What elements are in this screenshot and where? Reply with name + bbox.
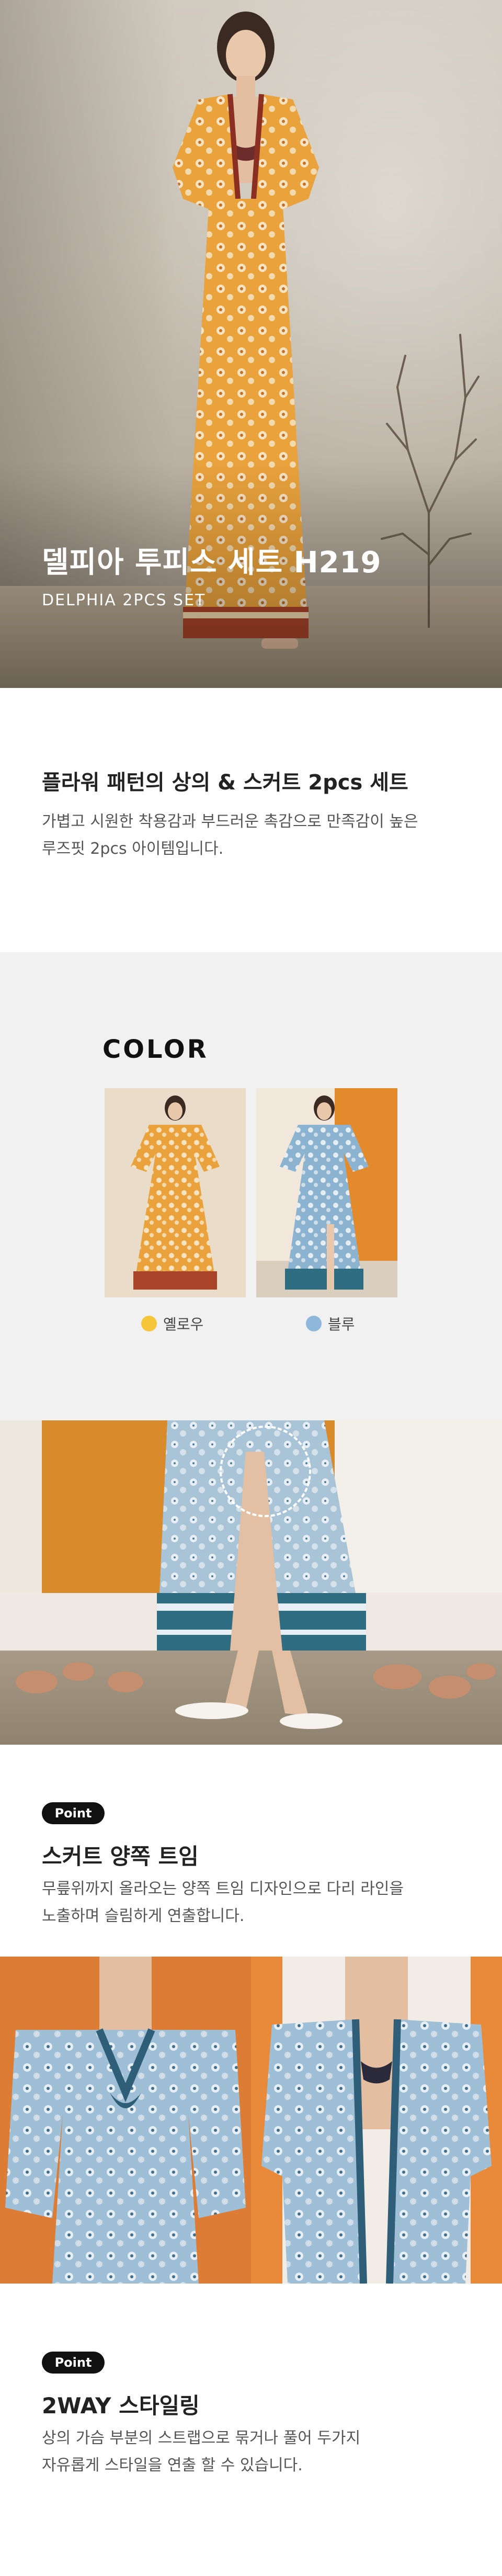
blue-dress-figure [256,1088,397,1297]
point-desc-line: 자유롭게 스타일을 연출 할 수 있습니다. [42,2456,303,2475]
point-description: 무릎위까지 올라오는 양쪽 트임 디자인으로 다리 라인을 노출하며 슬림하게 … [42,1875,404,1930]
hero-section: 델피아 투피스 세트 H219 DELPHIA 2PCS SET [0,0,502,688]
color-section: COLOR 옐로우 블루 [0,952,502,1420]
tied-top-figure [0,1957,251,2284]
product-title: 델피아 투피스 세트 H219 [42,546,382,580]
color-swatch-blue-image[interactable] [256,1088,397,1297]
yellow-color-dot [141,1316,157,1331]
point-description: 상의 가슴 부분의 스트랩으로 묶거나 풀어 두가지 자유롭게 스타일을 연출 … [42,2425,360,2479]
color-swatch-yellow-image[interactable] [105,1088,246,1297]
intro-desc-line: 가볍고 시원한 착용감과 부드러운 촉감으로 만족감이 높은 [42,812,418,831]
product-subtitle: DELPHIA 2PCS SET [42,591,206,609]
color-option-label: 옐로우 [163,1316,204,1333]
point-badge: Point [42,1802,105,1824]
tied-style-photo [0,1957,251,2284]
color-option-label: 블루 [328,1316,355,1333]
intro-heading: 플라워 패턴의 상의 & 스커트 2pcs 세트 [42,771,408,795]
color-option-yellow[interactable]: 옐로우 [141,1313,203,1334]
intro-desc-line: 루즈핏 2pcs 아이템입니다. [42,840,224,858]
point-desc-line: 무릎위까지 올라오는 양쪽 트임 디자인으로 다리 라인을 [42,1880,404,1898]
color-option-blue[interactable]: 블루 [306,1313,355,1334]
point-desc-line: 상의 가슴 부분의 스트랩으로 묶거나 풀어 두가지 [42,2429,361,2447]
intro-section: 플라워 패턴의 상의 & 스커트 2pcs 세트 가볍고 시원한 착용감과 부드… [0,688,502,952]
point-section-slit: Point 스커트 양쪽 트임 무릎위까지 올라오는 양쪽 트임 디자인으로 다… [0,1745,502,1957]
open-top-figure [251,1957,502,2284]
point-desc-line: 노출하며 슬림하게 연출합니다. [42,1907,245,1925]
point-badge: Point [42,2352,105,2374]
point-title: 스커트 양쪽 트임 [42,1844,199,1869]
color-label: COLOR [102,1035,209,1064]
intro-description: 가볍고 시원한 착용감과 부드러운 촉감으로 만족감이 높은 루즈핏 2pcs … [42,808,418,863]
slit-detail-photo [0,1420,502,1745]
slit-highlight-circle [220,1426,311,1517]
point-title: 2WAY 스타일링 [42,2393,200,2419]
two-way-styling-photos [0,1957,502,2284]
blue-color-dot [306,1316,322,1331]
yellow-dress-figure [131,1095,220,1290]
point-section-two-way: Point 2WAY 스타일링 상의 가슴 부분의 스트랩으로 묶거나 풀어 두… [0,2284,502,2576]
open-style-photo [251,1957,502,2284]
